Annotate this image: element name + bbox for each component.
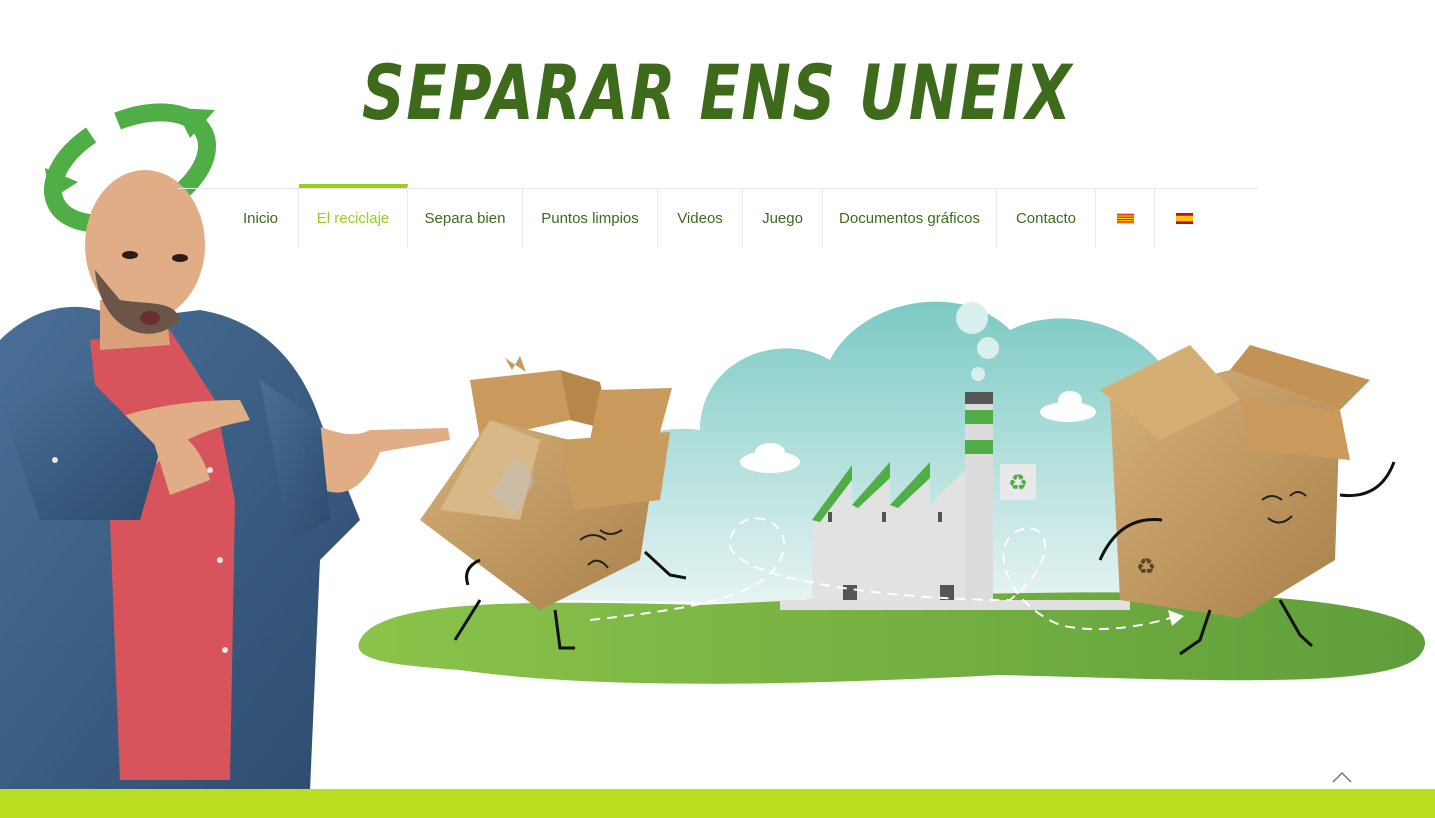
- nav-item-separa-bien[interactable]: Separa bien: [408, 188, 523, 248]
- svg-text:♻: ♻: [1136, 555, 1156, 580]
- nav-item-videos[interactable]: Videos: [658, 188, 743, 248]
- nav-item-juego[interactable]: Juego: [743, 188, 823, 248]
- site-title[interactable]: SEPARAR ENS UNEIX: [158, 48, 1277, 137]
- language-catalan[interactable]: [1096, 188, 1155, 248]
- nav-item-inicio[interactable]: Inicio: [223, 188, 299, 248]
- svg-text:♻: ♻: [1008, 471, 1028, 496]
- chevron-up-icon[interactable]: [1330, 767, 1354, 785]
- spanish-flag-icon: [1175, 212, 1193, 224]
- man-pointing-photo: [0, 170, 450, 790]
- nav-item-el-reciclaje[interactable]: El reciclaje: [299, 184, 408, 248]
- nav-item-puntos-limpios[interactable]: Puntos limpios: [523, 188, 658, 248]
- catalan-flag-icon: [1116, 212, 1134, 224]
- footer-bar: [0, 789, 1435, 818]
- nav-item-contacto[interactable]: Contacto: [997, 188, 1096, 248]
- main-navigation: Inicio El reciclaje Separa bien Puntos l…: [0, 184, 1435, 248]
- nav-item-documentos-graficos[interactable]: Documentos gráficos: [823, 188, 997, 248]
- language-spanish[interactable]: [1155, 188, 1213, 248]
